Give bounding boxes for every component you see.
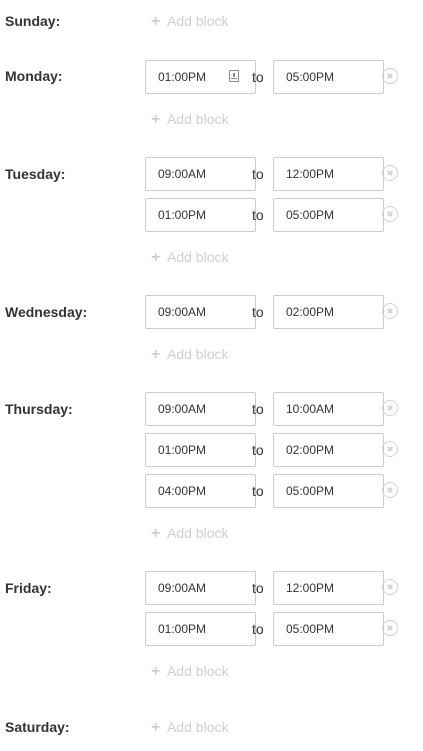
time-block-row: 09:00AM to 12:00PM bbox=[0, 571, 423, 605]
plus-icon: + bbox=[151, 719, 161, 736]
end-time-input[interactable]: 05:00PM bbox=[273, 198, 384, 232]
to-label: to bbox=[252, 69, 264, 85]
time-block-row: 01:00PM to 05:00PM bbox=[0, 198, 423, 232]
add-block-label: Add block bbox=[167, 663, 229, 679]
day-label-saturday: Saturday: bbox=[5, 719, 70, 735]
plus-icon: + bbox=[151, 249, 161, 266]
to-label: to bbox=[252, 166, 264, 182]
time-block-row: 01:00PM to 05:00PM bbox=[0, 60, 423, 94]
to-label: to bbox=[252, 483, 264, 499]
add-block-button-monday[interactable]: + Add block bbox=[151, 110, 228, 129]
time-block-row: 01:00PM to 02:00PM bbox=[0, 433, 423, 467]
time-block-row: 09:00AM to 12:00PM bbox=[0, 157, 423, 191]
plus-icon: + bbox=[151, 346, 161, 363]
start-time-input[interactable]: 01:00PM bbox=[145, 612, 256, 646]
start-time-value: 01:00PM bbox=[158, 70, 207, 84]
to-label: to bbox=[252, 621, 264, 637]
start-time-input[interactable]: 01:00PM bbox=[145, 60, 256, 94]
start-time-input[interactable]: 09:00AM bbox=[145, 295, 256, 329]
remove-circle-icon[interactable] bbox=[382, 165, 398, 181]
add-block-button-saturday[interactable]: + Add block bbox=[151, 718, 228, 737]
end-time-input[interactable]: 12:00PM bbox=[273, 571, 384, 605]
to-label: to bbox=[252, 304, 264, 320]
to-label: to bbox=[252, 442, 264, 458]
add-block-label: Add block bbox=[167, 525, 229, 541]
day-label-sunday: Sunday: bbox=[5, 13, 61, 29]
plus-icon: + bbox=[151, 663, 161, 680]
start-time-input[interactable]: 01:00PM bbox=[145, 433, 256, 467]
add-block-label: Add block bbox=[167, 719, 229, 735]
add-block-button-sunday[interactable]: + Add block bbox=[151, 12, 228, 31]
remove-circle-icon[interactable] bbox=[382, 441, 398, 457]
add-block-label: Add block bbox=[167, 13, 229, 29]
end-time-input[interactable]: 10:00AM bbox=[273, 392, 384, 426]
calendar-icon[interactable] bbox=[229, 70, 239, 82]
to-label: to bbox=[252, 401, 264, 417]
start-time-input[interactable]: 09:00AM bbox=[145, 571, 256, 605]
add-block-label: Add block bbox=[167, 249, 229, 265]
add-block-button-thursday[interactable]: + Add block bbox=[151, 524, 228, 543]
add-block-label: Add block bbox=[167, 346, 229, 362]
time-block-row: 01:00PM to 05:00PM bbox=[0, 612, 423, 646]
remove-circle-icon[interactable] bbox=[382, 482, 398, 498]
start-time-input[interactable]: 09:00AM bbox=[145, 392, 256, 426]
plus-icon: + bbox=[151, 111, 161, 128]
remove-circle-icon[interactable] bbox=[382, 206, 398, 222]
to-label: to bbox=[252, 580, 264, 596]
add-block-button-friday[interactable]: + Add block bbox=[151, 662, 228, 681]
plus-icon: + bbox=[151, 525, 161, 542]
start-time-input[interactable]: 04:00PM bbox=[145, 474, 256, 508]
end-time-input[interactable]: 05:00PM bbox=[273, 474, 384, 508]
time-block-row: 09:00AM to 10:00AM bbox=[0, 392, 423, 426]
time-block-row: 09:00AM to 02:00PM bbox=[0, 295, 423, 329]
add-block-button-tuesday[interactable]: + Add block bbox=[151, 248, 228, 267]
end-time-input[interactable]: 02:00PM bbox=[273, 433, 384, 467]
remove-circle-icon[interactable] bbox=[382, 620, 398, 636]
plus-icon: + bbox=[151, 13, 161, 30]
end-time-input[interactable]: 12:00PM bbox=[273, 157, 384, 191]
start-time-input[interactable]: 01:00PM bbox=[145, 198, 256, 232]
remove-circle-icon[interactable] bbox=[382, 579, 398, 595]
end-time-input[interactable]: 05:00PM bbox=[273, 60, 384, 94]
time-block-row: 04:00PM to 05:00PM bbox=[0, 474, 423, 508]
to-label: to bbox=[252, 207, 264, 223]
start-time-input[interactable]: 09:00AM bbox=[145, 157, 256, 191]
remove-circle-icon[interactable] bbox=[382, 400, 398, 416]
remove-circle-icon[interactable] bbox=[382, 68, 398, 84]
end-time-input[interactable]: 02:00PM bbox=[273, 295, 384, 329]
remove-circle-icon[interactable] bbox=[382, 303, 398, 319]
add-block-label: Add block bbox=[167, 111, 229, 127]
end-time-input[interactable]: 05:00PM bbox=[273, 612, 384, 646]
add-block-button-wednesday[interactable]: + Add block bbox=[151, 345, 228, 364]
